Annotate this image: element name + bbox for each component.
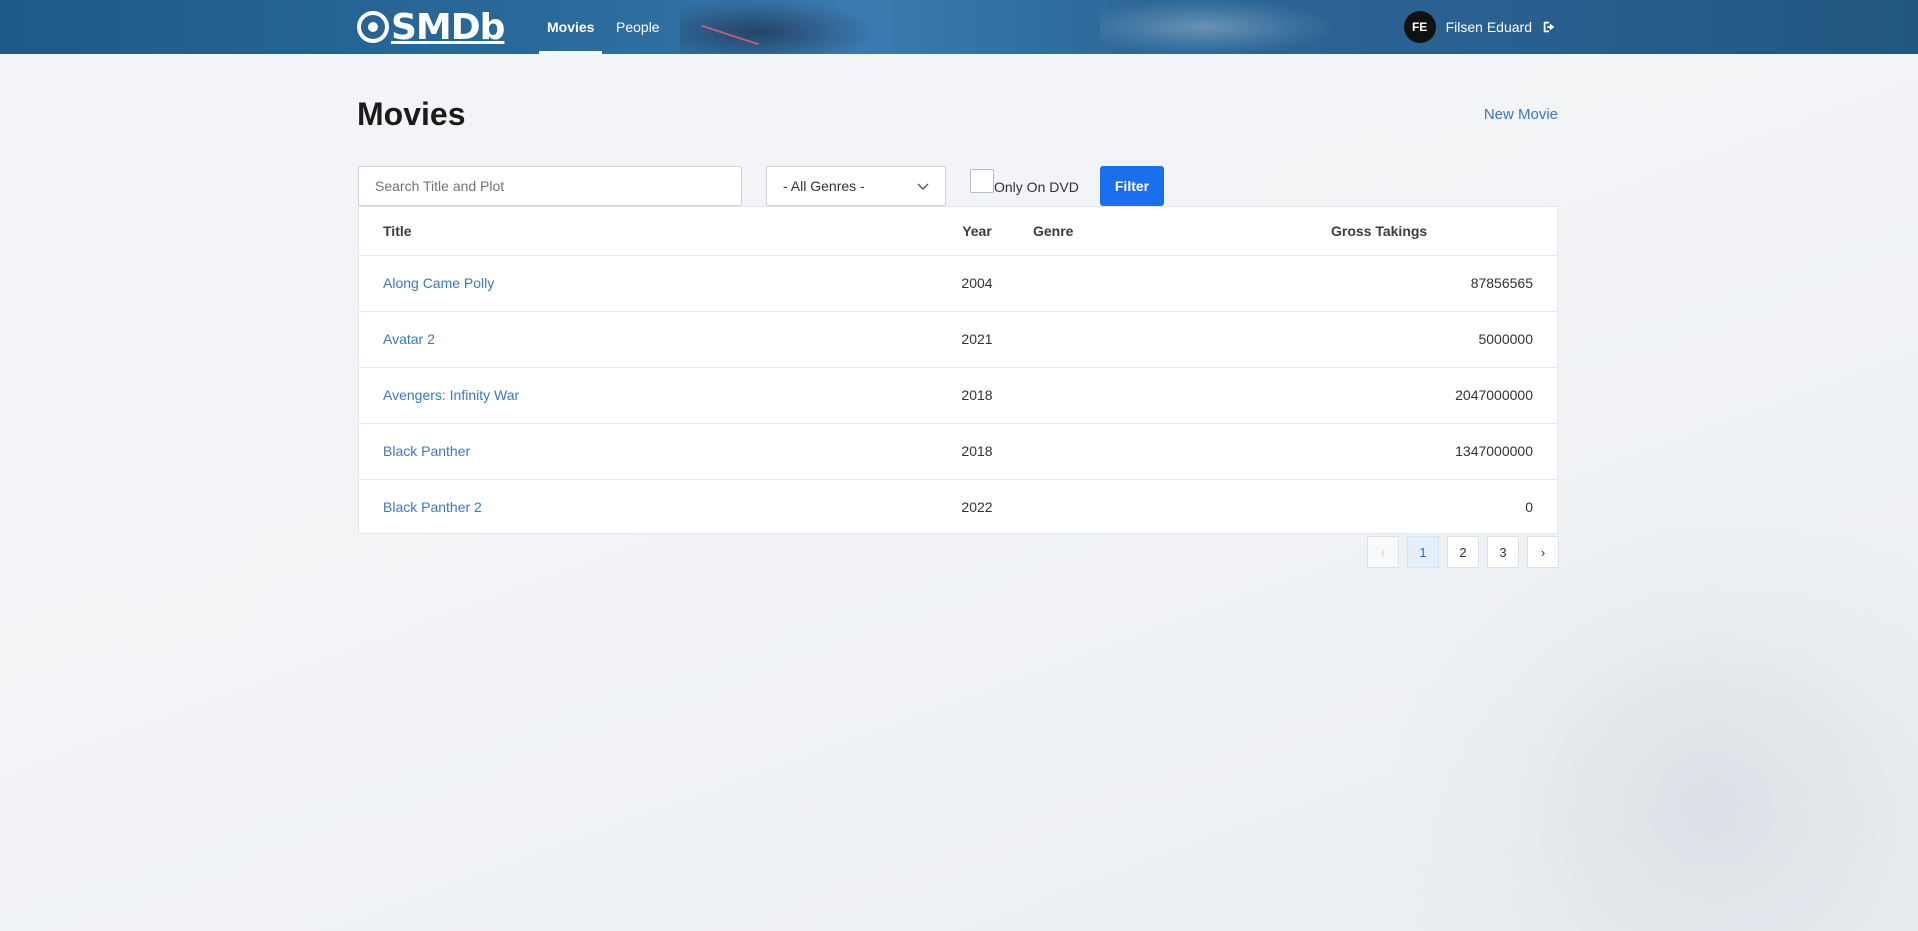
genre-select[interactable]: - All Genres - bbox=[766, 166, 946, 206]
movie-genre bbox=[1017, 423, 1317, 480]
background-art bbox=[1398, 511, 1918, 931]
table-row: Avengers: Infinity War 2018 2047000000 bbox=[359, 367, 1557, 424]
movie-year: 2022 bbox=[961, 499, 993, 516]
header-genre[interactable]: Genre bbox=[1017, 207, 1317, 256]
filter-button[interactable]: Filter bbox=[1100, 166, 1164, 206]
movie-genre bbox=[1017, 255, 1317, 312]
logout-icon[interactable] bbox=[1542, 20, 1556, 34]
movie-genre bbox=[1017, 479, 1317, 535]
table-row: Black Panther 2 2022 0 bbox=[359, 479, 1557, 535]
page-2-button[interactable]: 2 bbox=[1447, 536, 1479, 568]
movie-gross: 0 bbox=[1525, 499, 1533, 516]
movie-year: 2018 bbox=[937, 423, 1017, 480]
movie-gross: 5000000 bbox=[1317, 311, 1557, 368]
new-movie-link[interactable]: New Movie bbox=[1484, 106, 1558, 123]
movie-genre bbox=[1017, 367, 1317, 424]
user-name[interactable]: Filsen Eduard bbox=[1446, 19, 1532, 35]
movie-title-link[interactable]: Black Panther bbox=[383, 443, 470, 459]
search-input[interactable] bbox=[358, 166, 742, 206]
header-gross-takings[interactable]: Gross Takings bbox=[1317, 207, 1557, 256]
film-reel-icon bbox=[357, 11, 389, 43]
logo-text: SMDb bbox=[391, 6, 505, 48]
movies-table: Title Year Genre Gross Takings Along Cam… bbox=[358, 206, 1558, 534]
user-menu: FE Filsen Eduard bbox=[1403, 11, 1556, 43]
movie-title-link[interactable]: Avengers: Infinity War bbox=[383, 387, 519, 403]
page-1-button[interactable]: 1 bbox=[1407, 536, 1439, 568]
nav-movies[interactable]: Movies bbox=[539, 0, 603, 54]
avatar[interactable]: FE bbox=[1403, 11, 1436, 43]
page-title: Movies bbox=[357, 96, 466, 132]
movie-gross: 1347000000 bbox=[1317, 423, 1557, 480]
nav-people[interactable]: People bbox=[616, 0, 660, 54]
header-title[interactable]: Title bbox=[359, 207, 937, 256]
dvd-checkbox[interactable] bbox=[970, 169, 994, 193]
movie-gross: 2047000000 bbox=[1317, 367, 1557, 424]
table-row: Avatar 2 2021 5000000 bbox=[359, 311, 1557, 368]
movie-genre bbox=[1017, 311, 1317, 368]
movie-gross: 87856565 bbox=[1317, 255, 1557, 312]
movie-title-link[interactable]: Avatar 2 bbox=[383, 331, 435, 347]
movie-title-link[interactable]: Along Came Polly bbox=[383, 275, 494, 291]
page-3-button[interactable]: 3 bbox=[1487, 536, 1519, 568]
movie-title-link[interactable]: Black Panther 2 bbox=[383, 499, 482, 515]
genre-select-value: - All Genres - bbox=[783, 178, 865, 194]
table-row: Along Came Polly 2004 87856565 bbox=[359, 255, 1557, 312]
chevron-down-icon bbox=[917, 183, 929, 190]
table-header-row: Title Year Genre Gross Takings bbox=[359, 207, 1557, 256]
table-row: Black Panther 2018 1347000000 bbox=[359, 423, 1557, 480]
next-page-button[interactable]: › bbox=[1527, 536, 1559, 568]
dvd-checkbox-label: Only On DVD bbox=[994, 179, 1079, 195]
movie-year: 2018 bbox=[937, 367, 1017, 424]
movie-year: 2021 bbox=[937, 311, 1017, 368]
pagination: ‹ 1 2 3 › bbox=[1367, 536, 1559, 568]
movie-year: 2004 bbox=[937, 255, 1017, 312]
top-navbar: SMDb Movies People FE Filsen Eduard bbox=[0, 0, 1918, 54]
header-banner-art-trooper bbox=[1100, 0, 1330, 54]
header-year[interactable]: Year bbox=[937, 207, 1017, 256]
prev-page-button[interactable]: ‹ bbox=[1367, 536, 1399, 568]
app-logo[interactable]: SMDb bbox=[357, 6, 505, 48]
